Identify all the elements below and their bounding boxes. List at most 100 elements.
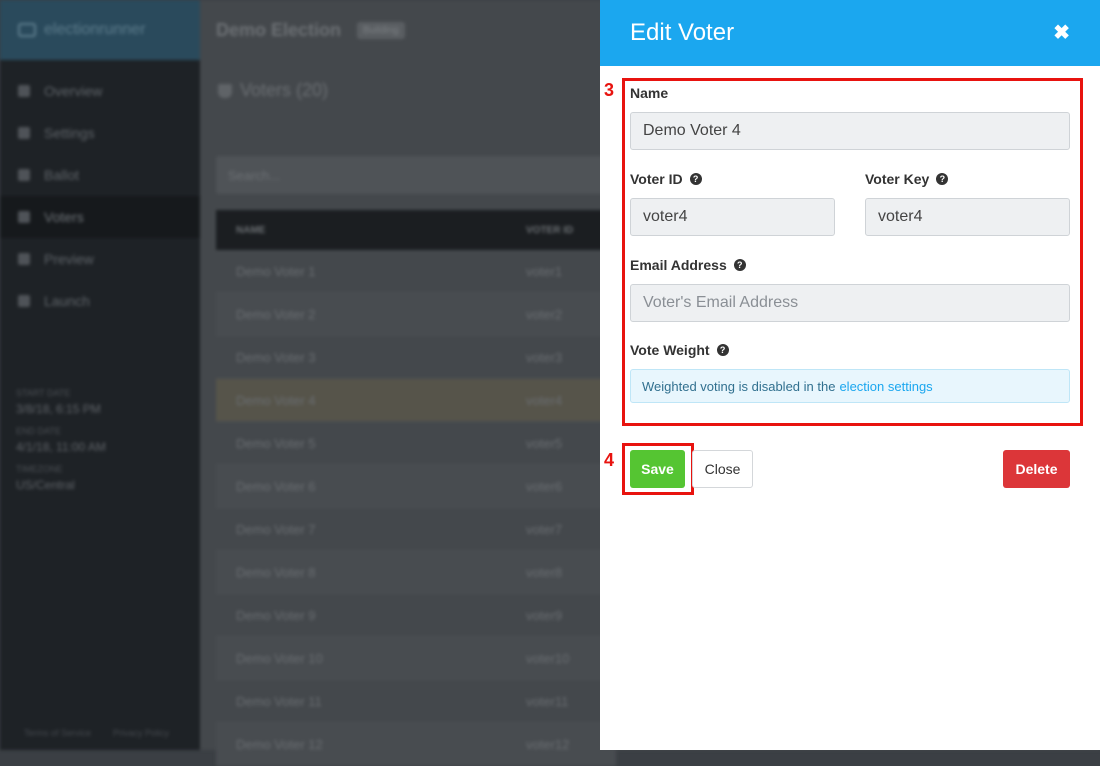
table-row[interactable]: Demo Voter 8 voter8 — [216, 551, 616, 594]
sidebar-footer: Terms of Service Privacy Policy — [24, 728, 169, 738]
cell-voter-id: voter8 — [526, 564, 563, 580]
table-header: NAME VOTER ID — [216, 210, 616, 250]
voter-key-input[interactable]: voter4 — [865, 198, 1070, 236]
table-row[interactable]: Demo Voter 5 voter5 — [216, 422, 616, 465]
sidebar-item-label: Voters — [44, 209, 84, 225]
sidebar-item-voters[interactable]: Voters — [0, 196, 200, 238]
table-row[interactable]: Demo Voter 7 voter7 — [216, 508, 616, 551]
election-title: Demo Election — [216, 20, 342, 40]
sidebar-item-label: Preview — [44, 251, 94, 267]
save-button[interactable]: Save — [630, 450, 685, 488]
help-icon[interactable]: ? — [936, 173, 949, 185]
end-date-value: 4/1/18, 11:00 AM — [16, 440, 106, 454]
voters-table: NAME VOTER ID Demo Voter 1 voter1 Demo Vo… — [216, 210, 616, 766]
cell-name: Demo Voter 2 — [236, 306, 316, 322]
cell-name: Demo Voter 1 — [236, 263, 316, 279]
callout-number-fields: 3 — [604, 80, 615, 100]
cell-name: Demo Voter 5 — [236, 435, 316, 451]
cell-voter-id: voter3 — [526, 349, 563, 365]
close-button[interactable]: Close — [692, 450, 753, 488]
status-badge: Building — [357, 22, 405, 39]
vote-weight-info: Weighted voting is disabled in the elect… — [630, 369, 1070, 403]
sidebar-item-preview[interactable]: Preview — [0, 238, 200, 280]
table-row[interactable]: Demo Voter 11 voter11 — [216, 680, 616, 723]
cell-name: Demo Voter 7 — [236, 521, 316, 537]
search-input[interactable]: Search... — [216, 156, 636, 194]
eye-icon — [18, 253, 30, 265]
cell-voter-id: voter11 — [526, 693, 569, 709]
cell-voter-id: voter1 — [526, 263, 563, 279]
vote-weight-label-text: Vote Weight — [630, 342, 710, 358]
users-icon — [18, 211, 30, 223]
cell-name: Demo Voter 6 — [236, 478, 316, 494]
sidebar-item-launch[interactable]: Launch — [0, 280, 200, 322]
sidebar-item-label: Launch — [44, 293, 90, 309]
voters-heading-text: Voters (20) — [240, 80, 329, 100]
delete-button[interactable]: Delete — [1003, 450, 1070, 488]
timezone-label: Timezone — [16, 464, 63, 474]
cell-voter-id: voter2 — [526, 306, 563, 322]
cell-voter-id: voter6 — [526, 478, 563, 494]
cell-name: Demo Voter 8 — [236, 564, 316, 580]
cell-voter-id: voter9 — [526, 607, 563, 623]
close-icon[interactable]: ✖ — [1053, 23, 1070, 43]
cell-name: Demo Voter 9 — [236, 607, 316, 623]
voter-id-label: Voter ID ? — [630, 171, 702, 187]
home-icon — [18, 85, 30, 97]
cell-name: Demo Voter 11 — [236, 693, 322, 709]
voter-id-input[interactable]: voter4 — [630, 198, 835, 236]
email-label: Email Address ? — [630, 257, 746, 273]
column-header-name[interactable]: NAME — [216, 225, 526, 236]
help-icon[interactable]: ? — [733, 259, 746, 271]
timezone-value: US/Central — [16, 478, 75, 492]
email-field[interactable]: Voter's Email Address — [630, 284, 1070, 322]
sidebar-nav: Overview Settings Ballot Voters Preview … — [0, 60, 200, 322]
cell-name: Demo Voter 4 — [236, 392, 316, 408]
table-row[interactable]: Demo Voter 6 voter6 — [216, 465, 616, 508]
rocket-icon — [18, 295, 30, 307]
cell-voter-id: voter7 — [526, 521, 563, 537]
election-dates: Start Date 3/8/18, 6:15 PM End Date 4/1/… — [16, 378, 106, 492]
privacy-link[interactable]: Privacy Policy — [113, 728, 169, 738]
column-header-voter-id[interactable]: VOTER ID — [526, 225, 573, 236]
email-label-text: Email Address — [630, 257, 727, 273]
end-date-label: End Date — [16, 426, 61, 436]
table-row[interactable]: Demo Voter 3 voter3 — [216, 336, 616, 379]
voter-key-label-text: Voter Key — [865, 171, 930, 187]
sidebar: electionrunner Overview Settings Ballot … — [0, 0, 200, 750]
sidebar-item-label: Ballot — [44, 167, 80, 183]
gear-icon — [18, 127, 30, 139]
cell-voter-id: voter10 — [526, 650, 570, 666]
sidebar-item-settings[interactable]: Settings — [0, 112, 200, 154]
terms-link[interactable]: Terms of Service — [24, 728, 91, 738]
callout-number-save: 4 — [604, 450, 615, 470]
vote-weight-info-text: Weighted voting is disabled in the — [642, 378, 836, 394]
table-row[interactable]: Demo Voter 2 voter2 — [216, 293, 616, 336]
table-row[interactable]: Demo Voter 1 voter1 — [216, 250, 616, 293]
table-row-selected[interactable]: Demo Voter 4 voter4 — [216, 379, 616, 422]
start-date-label: Start Date — [16, 388, 71, 398]
name-label-text: Name — [630, 85, 669, 101]
sidebar-item-ballot[interactable]: Ballot — [0, 154, 200, 196]
sidebar-item-overview[interactable]: Overview — [0, 70, 200, 112]
voters-icon — [218, 83, 232, 98]
table-row[interactable]: Demo Voter 10 voter10 — [216, 637, 616, 680]
election-header: Demo Election Building — [216, 20, 405, 41]
panel-title: Edit Voter — [630, 19, 735, 46]
panel-header: Edit Voter ✖ — [600, 0, 1100, 66]
voters-heading: Voters (20) — [218, 80, 328, 101]
cell-voter-id: voter4 — [526, 392, 563, 408]
election-settings-link[interactable]: election settings — [839, 379, 932, 394]
help-icon[interactable]: ? — [689, 173, 702, 185]
cell-voter-id: voter5 — [526, 435, 563, 451]
sidebar-item-label: Overview — [44, 83, 103, 99]
logo-icon — [18, 23, 36, 37]
name-input[interactable]: Demo Voter 4 — [630, 112, 1070, 150]
help-icon[interactable]: ? — [716, 344, 729, 356]
start-date-value: 3/8/18, 6:15 PM — [16, 402, 101, 416]
table-row[interactable]: Demo Voter 9 voter9 — [216, 594, 616, 637]
cell-voter-id: voter12 — [526, 736, 570, 752]
table-row[interactable]: Demo Voter 12 voter12 — [216, 723, 616, 766]
cell-name: Demo Voter 10 — [236, 650, 323, 666]
ballot-icon — [18, 169, 30, 181]
